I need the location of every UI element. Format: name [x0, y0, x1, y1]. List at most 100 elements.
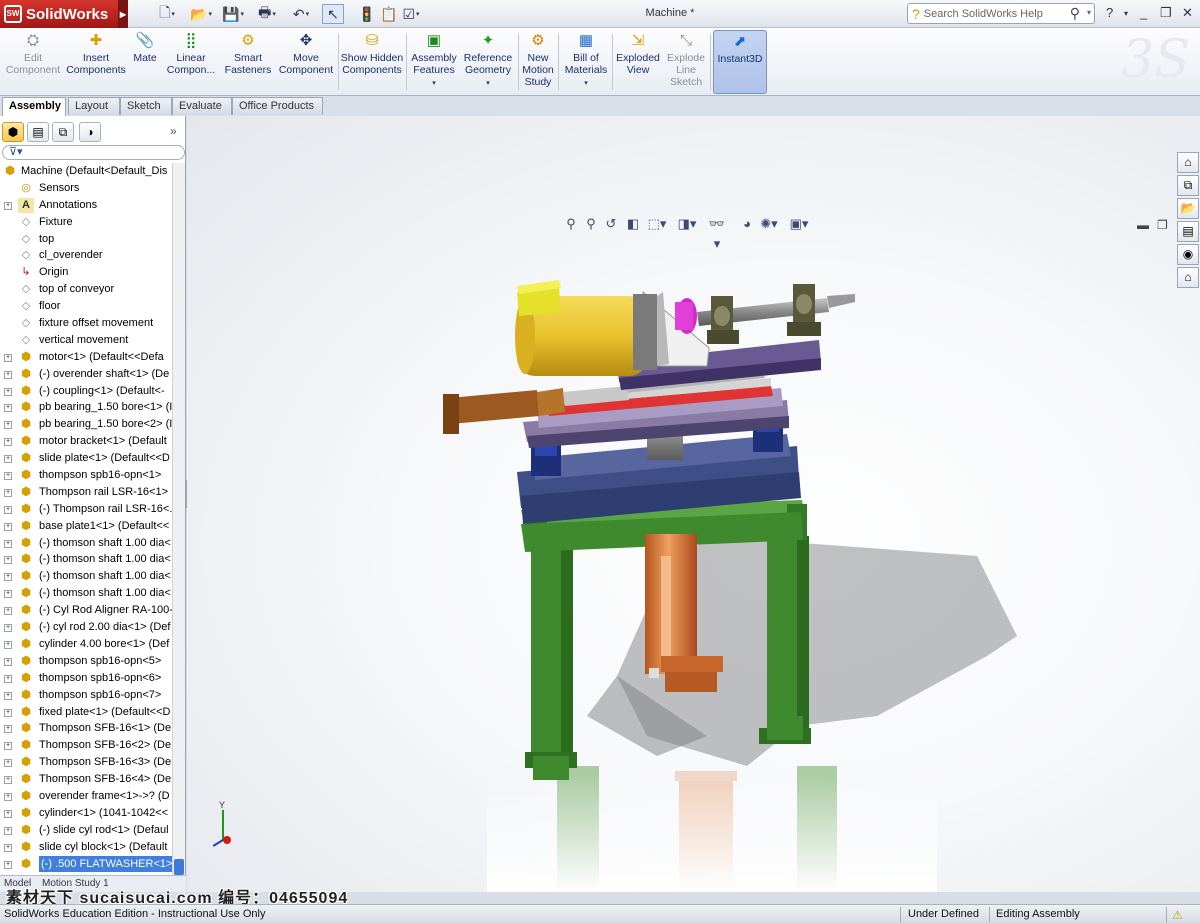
feature-tree-item[interactable]: + ⬢ (-) thomson shaft 1.00 dia< [0, 535, 172, 552]
feature-tree-tab-icon[interactable]: ⬢ [2, 122, 24, 142]
expand-toggle-icon[interactable]: + [4, 607, 12, 616]
file-explorer-icon[interactable]: 📂 [1177, 198, 1199, 219]
expand-toggle-icon[interactable]: + [4, 573, 12, 582]
graphics-area[interactable]: ⚲ ⚲ ↺ ◧ ⬚▾ ◨▾ 👓▾ ◕ ✺▾ ▣▾ ▬ ❐ ✕ [187, 116, 1200, 892]
exploded-view-button[interactable]: ⇲ Exploded View [614, 30, 662, 94]
property-manager-tab-icon[interactable]: ▤ [27, 122, 49, 142]
expand-toggle-icon[interactable]: + [4, 590, 12, 599]
help-button[interactable]: ? [1106, 5, 1113, 20]
expand-toggle-icon[interactable]: + [4, 809, 12, 818]
expand-toggle-icon[interactable]: + [4, 826, 12, 835]
feature-tree-item[interactable]: ◇ vertical movement [0, 332, 172, 349]
new-icon[interactable]: 🗋 ▾ [156, 4, 178, 24]
undo-icon[interactable]: ↶ ▾ [290, 4, 312, 24]
previous-view-icon[interactable]: ↺ [601, 214, 621, 234]
tab-office-products[interactable]: Office Products [232, 97, 323, 115]
close-button[interactable]: ✕ [1182, 5, 1193, 21]
edit-component-button[interactable]: ⛭ Edit Component [4, 30, 62, 94]
motor[interactable] [515, 280, 657, 376]
insert-components-button[interactable]: ✚ Insert Components [64, 30, 128, 94]
expand-toggle-icon[interactable]: + [4, 691, 12, 700]
file-properties-icon[interactable]: 📋 [378, 4, 400, 24]
options-icon[interactable]: ☑ ▾ [400, 4, 422, 24]
design-library-icon[interactable]: ⧉ [1177, 175, 1199, 196]
feature-tree-item[interactable]: + ⬢ (-) Thompson rail LSR-16<. [0, 501, 172, 518]
home-icon[interactable]: ⌂ [1177, 152, 1199, 173]
new-motion-study-button[interactable]: ⚙ New Motion Study [520, 30, 556, 94]
restore-button[interactable]: ❐ [1160, 5, 1172, 21]
feature-tree-item[interactable]: ◎ Sensors [0, 180, 172, 197]
expand-toggle-icon[interactable]: + [4, 556, 12, 565]
feature-tree-item[interactable]: + ⬢ Thompson SFB-16<2> (De [0, 737, 172, 754]
feature-tree-scrollbar[interactable] [172, 163, 185, 875]
mate-button[interactable]: 📎 Mate [128, 30, 162, 94]
scrollbar-thumb[interactable] [174, 859, 184, 875]
feature-tree-item[interactable]: + ⬢ thompson spb16-opn<1> [0, 467, 172, 484]
feature-tree-item[interactable]: + ⬢ base plate1<1> (Default<< [0, 518, 172, 535]
feature-tree-item[interactable]: + ⬢ (-) overender shaft<1> (De [0, 366, 172, 383]
expand-toggle-icon[interactable]: + [4, 776, 12, 785]
search-icon[interactable]: ⚲ [1070, 5, 1080, 22]
feature-tree-item[interactable]: + ⬢ (-) thomson shaft 1.00 dia< [0, 551, 172, 568]
linear-pattern-button[interactable]: ⣿ Linear Compon... [162, 30, 220, 94]
feature-tree-item[interactable]: + ⬢ slide cyl block<1> (Default [0, 839, 172, 856]
save-icon[interactable]: 💾 ▾ [222, 4, 244, 24]
feature-tree-item[interactable]: + ⬢ thompson spb16-opn<5> [0, 653, 172, 670]
custom-properties-icon[interactable]: ⌂ [1177, 267, 1199, 288]
feature-tree-item[interactable]: + ⬢ motor bracket<1> (Default [0, 433, 172, 450]
feature-tree-filter[interactable]: ⊽▾ [2, 145, 185, 160]
smart-fasteners-button[interactable]: ⚙ Smart Fasteners [222, 30, 274, 94]
graphics-restore-button[interactable]: ❐ [1157, 218, 1168, 232]
view-orientation-icon[interactable]: ⬚▾ [647, 214, 667, 234]
feature-tree-item[interactable]: + ⬢ (-) slide cyl rod<1> (Defaul [0, 822, 172, 839]
search-dropdown-icon[interactable]: ▾ [1087, 8, 1091, 17]
show-hidden-components-button[interactable]: ⛁ Show Hidden Components [340, 30, 404, 94]
assembly-features-button[interactable]: ▣ Assembly Features ▾ [408, 30, 460, 94]
tab-assembly[interactable]: Assembly [2, 97, 66, 116]
coupling[interactable] [675, 298, 697, 334]
expand-toggle-icon[interactable]: + [4, 404, 12, 413]
expand-toggle-icon[interactable]: + [4, 539, 12, 548]
expand-toggle-icon[interactable]: + [4, 725, 12, 734]
graphics-minimize-button[interactable]: ▬ [1137, 218, 1149, 232]
expand-toggle-icon[interactable]: + [4, 472, 12, 481]
expand-toggle-icon[interactable]: + [4, 674, 12, 683]
solidworks-menu-button[interactable]: SW SolidWorks ▶ [0, 0, 128, 28]
expand-toggle-icon[interactable]: + [4, 488, 12, 497]
expand-toggle-icon[interactable]: + [4, 640, 12, 649]
feature-tree-item[interactable]: +⬢(-) .500 FLATWASHER<1>▾ [0, 855, 172, 873]
view-palette-icon[interactable]: ▤ [1177, 221, 1199, 242]
menu-expand-arrow-icon[interactable]: ▶ [118, 0, 128, 28]
instant3d-button[interactable]: ⬈ Instant3D [713, 30, 767, 94]
minimize-button[interactable]: _ [1140, 5, 1147, 20]
rebuild-status-icon[interactable]: ⚠ [1172, 906, 1183, 923]
expand-toggle-icon[interactable]: + [4, 353, 12, 362]
feature-tree-item[interactable]: ◇ Fixture [0, 214, 172, 231]
expand-toggle-icon[interactable]: + [4, 522, 12, 531]
tab-layout[interactable]: Layout [68, 97, 120, 115]
expand-toggle-icon[interactable]: + [4, 742, 12, 751]
feature-tree-item[interactable]: + ⬢ fixed plate<1> (Default<<D [0, 704, 172, 721]
feature-tree-item[interactable]: + ⬢ motor<1> (Default<<Defa [0, 349, 172, 366]
expand-toggle-icon[interactable]: + [4, 387, 12, 396]
feature-tree-item[interactable]: + ⬢ thompson spb16-opn<6> [0, 670, 172, 687]
feature-tree-item[interactable]: ◇ top of conveyor [0, 281, 172, 298]
configuration-manager-tab-icon[interactable]: ⧉ [52, 122, 74, 142]
feature-tree-item[interactable]: + ⬢ pb bearing_1.50 bore<1> (I [0, 399, 172, 416]
feature-tree-item[interactable]: + ⬢ Thompson SFB-16<4> (De [0, 771, 172, 788]
expand-toggle-icon[interactable]: + [4, 438, 12, 447]
expand-toggle-icon[interactable]: + [4, 624, 12, 633]
feature-tree-item[interactable]: ↳ Origin [0, 264, 172, 281]
overender-shaft[interactable] [697, 284, 855, 344]
feature-tree-item[interactable]: + A Annotations [0, 197, 172, 214]
feature-tree-item[interactable]: + ⬢ cylinder<1> (1041-1042<< [0, 805, 172, 822]
feature-tree-item[interactable]: ◇ top [0, 231, 172, 248]
expand-toggle-icon[interactable]: + [4, 792, 12, 801]
feature-tree-item[interactable]: + ⬢ (-) thomson shaft 1.00 dia< [0, 568, 172, 585]
open-icon[interactable]: 📂 ▾ [190, 4, 212, 24]
apply-scene-icon[interactable]: ✺▾ [759, 214, 779, 234]
appearances-icon[interactable]: ◉ [1177, 244, 1199, 265]
feature-tree-root[interactable]: ⬢ Machine (Default<Default_Dis [0, 163, 172, 180]
feature-tree-item[interactable]: + ⬢ Thompson rail LSR-16<1> [0, 484, 172, 501]
expand-toggle-icon[interactable]: + [4, 201, 12, 210]
